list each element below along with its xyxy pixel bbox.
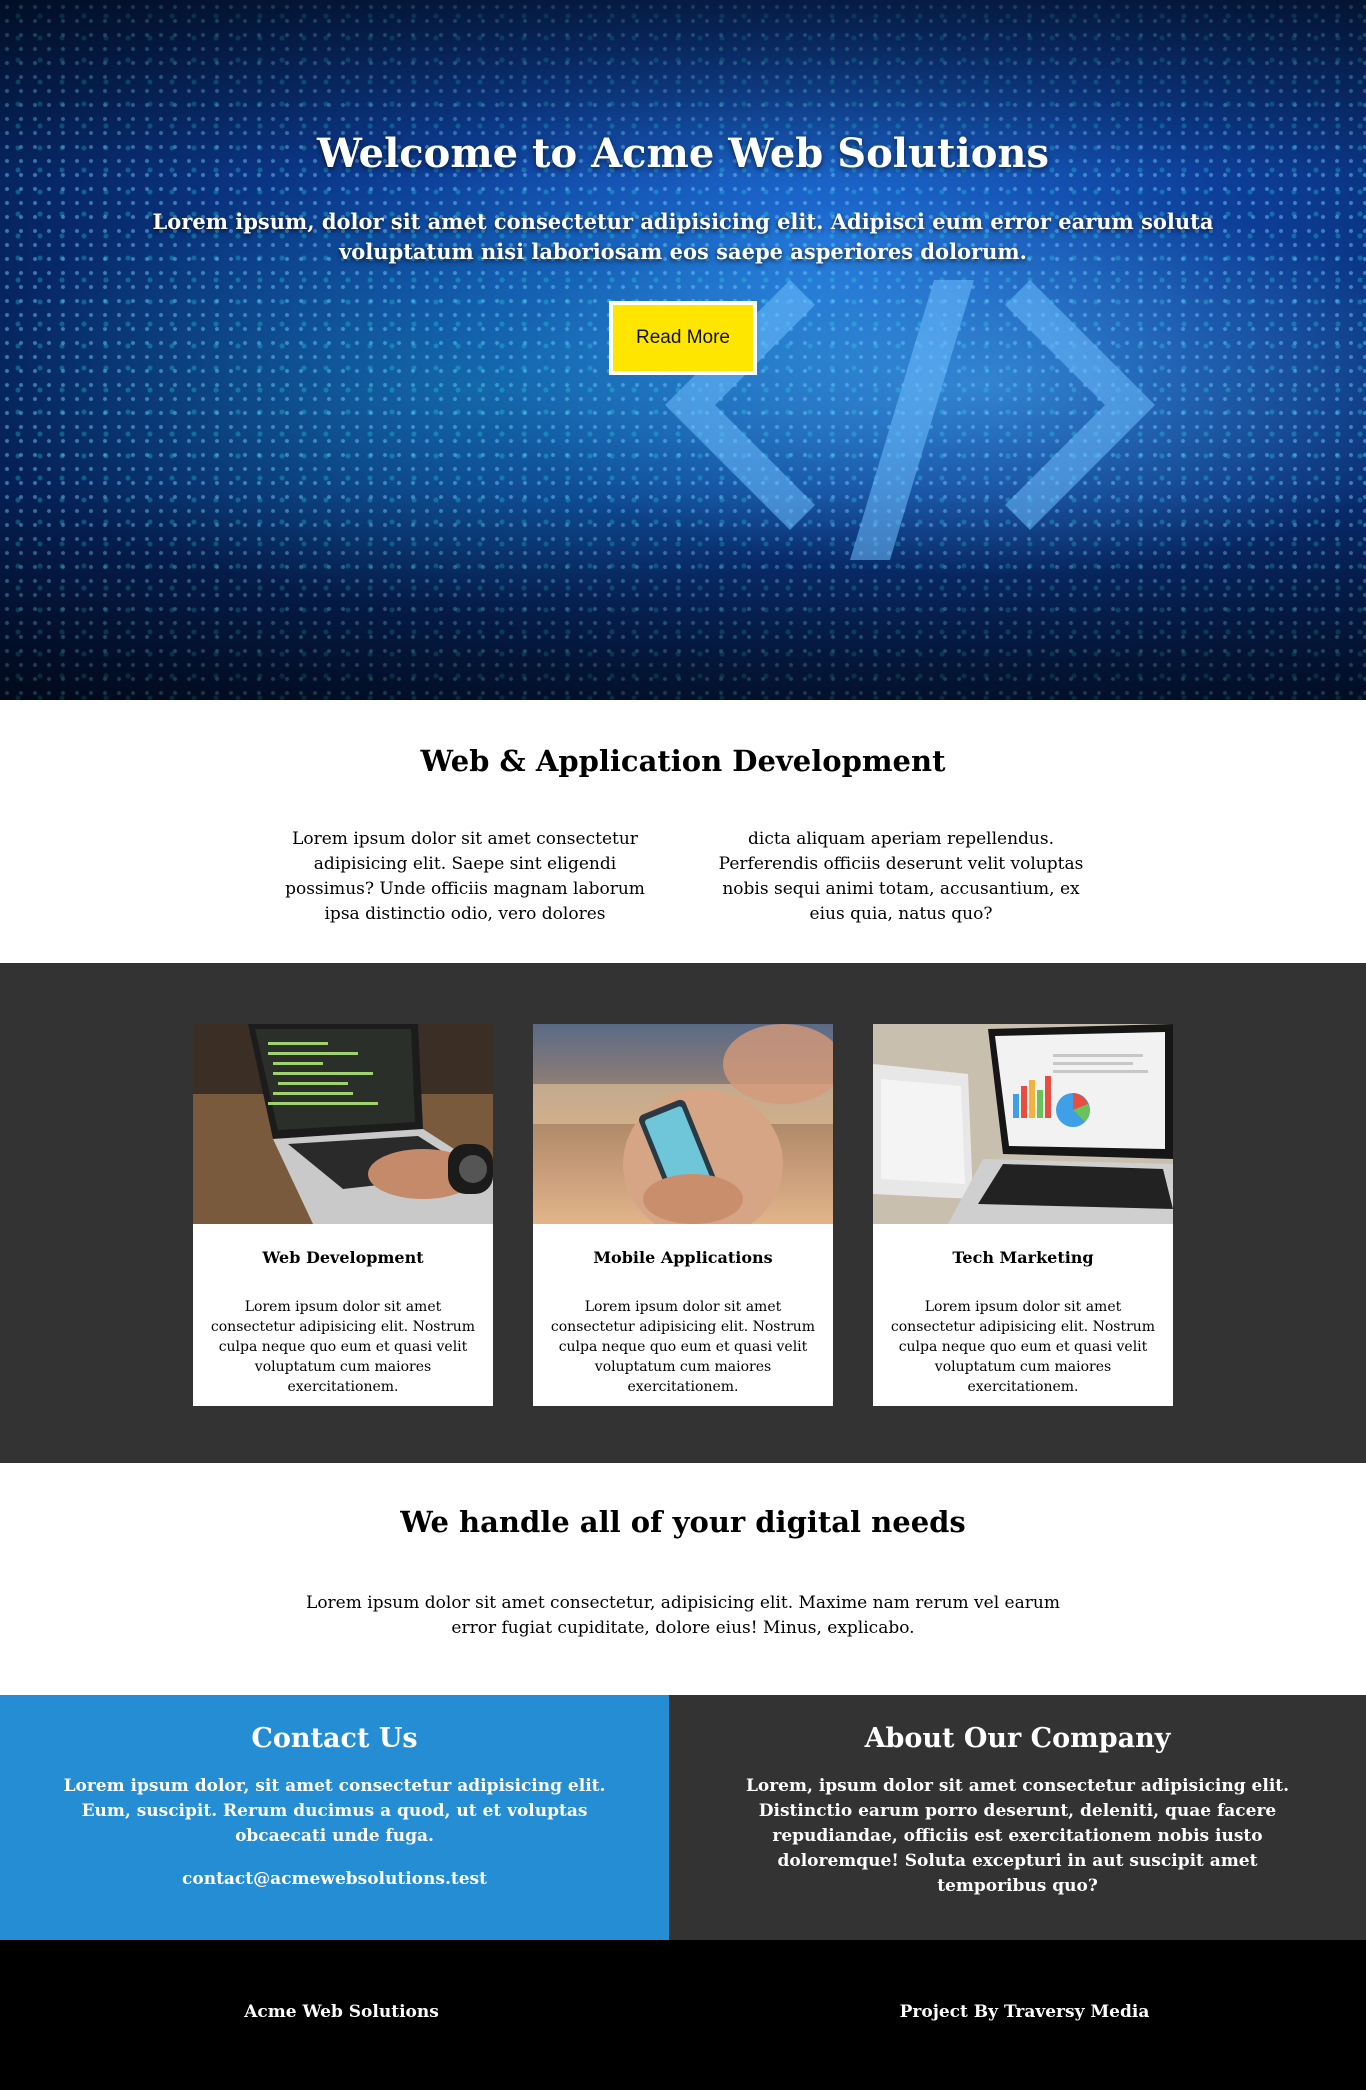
digital-needs-section: We handle all of your digital needs Lore… bbox=[0, 1463, 1366, 1695]
contact-title: Contact Us bbox=[251, 1723, 418, 1754]
hero-subtitle: Lorem ipsum, dolor sit amet consectetur … bbox=[152, 209, 1214, 264]
service-text: Lorem ipsum dolor sit amet consectetur a… bbox=[210, 1299, 476, 1395]
about-panel: About Our Company Lorem, ipsum dolor sit… bbox=[669, 1695, 1366, 1940]
service-card-tech-marketing: Tech Marketing Lorem ipsum dolor sit ame… bbox=[873, 1024, 1173, 1406]
read-more-button[interactable]: Read More bbox=[609, 301, 757, 375]
development-text-col1: Lorem ipsum dolor sit amet consectetur a… bbox=[285, 829, 645, 924]
digital-needs-text: Lorem ipsum dolor sit amet consectetur, … bbox=[306, 1593, 1060, 1638]
footer-credit: Project By Traversy Media bbox=[899, 2002, 1150, 2022]
service-title: Web Development bbox=[262, 1248, 424, 1267]
contact-text: Lorem ipsum dolor, sit amet consectetur … bbox=[63, 1776, 606, 1846]
service-title: Mobile Applications bbox=[593, 1248, 773, 1267]
service-title: Tech Marketing bbox=[952, 1248, 1094, 1267]
footer-company-name: Acme Web Solutions bbox=[244, 2002, 439, 2022]
development-section: Web & Application Development Lorem ipsu… bbox=[0, 700, 1366, 963]
service-text: Lorem ipsum dolor sit amet consectetur a… bbox=[550, 1299, 816, 1395]
development-text-col2: dicta aliquam aperiam repellendus. Perfe… bbox=[718, 829, 1084, 924]
laptop-charts-photo bbox=[873, 1024, 1173, 1224]
footer: Acme Web Solutions Project By Traversy M… bbox=[0, 1940, 1366, 2090]
service-card-mobile-applications: Mobile Applications Lorem ipsum dolor si… bbox=[533, 1024, 833, 1406]
hero-section: Welcome to Acme Web Solutions Lorem ipsu… bbox=[0, 0, 1366, 700]
contact-email-link[interactable]: contact@acmewebsolutions.test bbox=[60, 1869, 609, 1889]
digital-needs-title: We handle all of your digital needs bbox=[400, 1505, 966, 1539]
hero-title: Welcome to Acme Web Solutions bbox=[316, 130, 1049, 177]
smartphone-hands-photo bbox=[533, 1024, 833, 1224]
development-title: Web & Application Development bbox=[420, 744, 946, 778]
info-section: Contact Us Lorem ipsum dolor, sit amet c… bbox=[0, 1695, 1366, 1940]
laptop-coding-photo bbox=[193, 1024, 493, 1224]
contact-panel: Contact Us Lorem ipsum dolor, sit amet c… bbox=[0, 1695, 669, 1940]
about-text: Lorem, ipsum dolor sit amet consectetur … bbox=[745, 1776, 1290, 1896]
service-text: Lorem ipsum dolor sit amet consectetur a… bbox=[890, 1299, 1156, 1395]
service-card-web-development: Web Development Lorem ipsum dolor sit am… bbox=[193, 1024, 493, 1406]
about-title: About Our Company bbox=[864, 1723, 1171, 1754]
services-section: Web Development Lorem ipsum dolor sit am… bbox=[0, 963, 1366, 1463]
